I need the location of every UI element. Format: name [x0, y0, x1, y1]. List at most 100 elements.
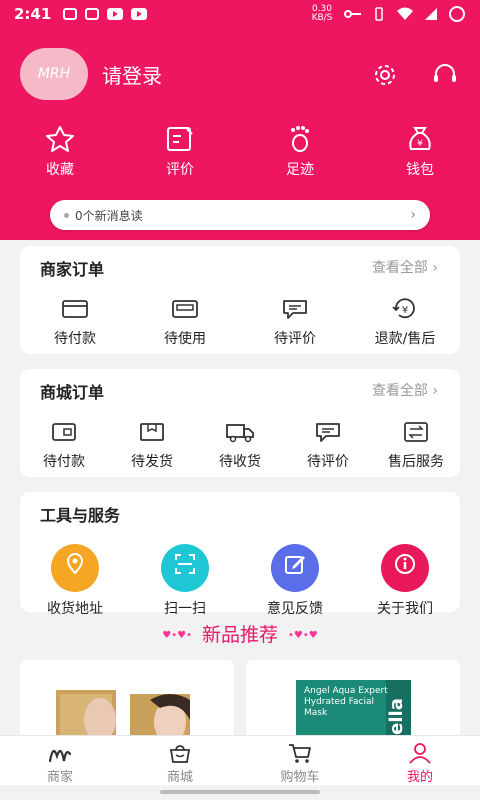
mall-order-pending-payment[interactable]: 待付款 — [20, 421, 108, 471]
view-all-link[interactable]: 查看全部 › — [372, 257, 438, 277]
customer-service-icon[interactable] — [432, 62, 458, 88]
tool-about[interactable]: 关于我们 — [350, 544, 460, 618]
card-icon — [62, 300, 88, 318]
nav-mall[interactable]: 商城 — [120, 736, 240, 785]
new-products-heading: ♥•♥• 新品推荐 •♥•♥ — [162, 624, 318, 646]
mall-order-pending-receipt[interactable]: 待收货 — [196, 421, 284, 471]
mall-order-pending-shipment[interactable]: 待发货 — [108, 421, 196, 471]
login-link[interactable]: 请登录 — [102, 60, 162, 89]
message-text: 0个新消息读 — [75, 208, 143, 223]
quick-link-label: 钱包 — [406, 162, 434, 178]
tool-label: 意见反馈 — [267, 601, 323, 617]
order-item-label: 待付款 — [43, 454, 85, 470]
tool-scan[interactable]: 扫一扫 — [130, 544, 240, 618]
ticket-icon — [172, 300, 198, 318]
feedback-icon — [285, 556, 305, 574]
card-title: 商家订单 — [40, 260, 105, 279]
view-all-link[interactable]: 查看全部 › — [372, 380, 438, 400]
hearts-decoration: •♥•♥ — [288, 630, 318, 641]
order-item-pending-use[interactable]: 待使用 — [130, 298, 240, 348]
nav-mine[interactable]: 我的 — [360, 736, 480, 785]
order-item-label: 待收货 — [219, 454, 261, 470]
edit-icon — [167, 127, 193, 151]
tool-label: 扫一扫 — [164, 601, 206, 617]
avatar[interactable]: MRH — [20, 48, 88, 100]
order-item-pending-payment[interactable]: 待付款 — [20, 298, 130, 348]
order-item-label: 退款/售后 — [374, 331, 436, 347]
footprint-icon — [291, 126, 309, 152]
quick-link-wallet[interactable]: ¥ 钱包 — [380, 125, 460, 179]
chevron-right-icon: › — [410, 207, 416, 223]
nav-label: 商城 — [166, 770, 193, 785]
signal-icon — [425, 8, 437, 20]
order-item-label: 待使用 — [164, 331, 206, 347]
settings-icon[interactable] — [372, 62, 398, 88]
quick-link-label: 足迹 — [286, 162, 314, 178]
message-bar[interactable]: 0个新消息读 › — [50, 200, 430, 230]
svg-text:¥: ¥ — [402, 305, 408, 316]
key-icon — [344, 10, 361, 18]
comment-icon — [316, 423, 340, 442]
quick-link-reviews[interactable]: 评价 — [140, 125, 220, 179]
user-icon — [409, 743, 431, 764]
mall-order-pending-review[interactable]: 待评价 — [284, 421, 372, 471]
svg-text:¥: ¥ — [417, 139, 423, 149]
order-item-refund[interactable]: ¥ 退款/售后 — [350, 298, 460, 348]
truck-icon — [226, 424, 254, 443]
merchant-logo-icon — [48, 749, 72, 763]
notification-icon — [63, 8, 78, 20]
mall-orders-card: 商城订单 查看全部 › 待付款 待发货 待收货 待评价 售后服务 — [20, 369, 460, 477]
star-icon — [46, 126, 74, 152]
tools-card: 工具与服务 收货地址 扫一扫 意见反馈 关于我们 — [20, 492, 460, 617]
merchant-orders-card: 商家订单 查看全部 › 待付款 待使用 待评价 ¥ 退款/售后 — [20, 246, 460, 354]
nav-label: 商家 — [46, 770, 73, 785]
status-bar: 2:41 0.30 KB/S — [0, 0, 480, 28]
bottom-nav: 商家 商城 购物车 我的 — [0, 735, 480, 785]
order-item-pending-review[interactable]: 待评价 — [240, 298, 350, 348]
nav-label: 我的 — [406, 770, 433, 785]
card-title: 商城订单 — [40, 383, 105, 402]
bullet-icon — [64, 212, 69, 218]
exchange-icon — [404, 422, 428, 442]
tool-feedback[interactable]: 意见反馈 — [240, 544, 350, 618]
quick-link-label: 评价 — [166, 162, 194, 178]
quick-link-favorites[interactable]: 收藏 — [20, 125, 100, 179]
box-icon — [140, 423, 164, 441]
mall-order-after-sales[interactable]: 售后服务 — [372, 421, 460, 471]
nav-cart[interactable]: 购物车 — [240, 736, 360, 785]
nav-label: 购物车 — [280, 770, 320, 785]
comment-icon — [283, 300, 307, 319]
product-logo-text: ella — [385, 698, 407, 735]
hearts-decoration: ♥•♥• — [162, 630, 192, 641]
product-brand-text: Angel Aqua Expert Hydrated Facial Mask — [304, 686, 388, 718]
youtube-icon — [131, 8, 148, 20]
order-item-label: 待评价 — [307, 454, 349, 470]
tool-address[interactable]: 收货地址 — [20, 544, 130, 618]
vibrate-icon — [375, 7, 383, 21]
order-item-label: 售后服务 — [388, 454, 444, 470]
order-item-label: 待发货 — [131, 454, 173, 470]
wifi-icon — [397, 7, 413, 20]
order-item-label: 待评价 — [274, 331, 316, 347]
message-icon — [85, 8, 100, 20]
status-time: 2:41 — [14, 5, 52, 23]
quick-link-footprints[interactable]: 足迹 — [260, 125, 340, 179]
card-title: 工具与服务 — [40, 506, 121, 525]
info-icon — [395, 554, 415, 574]
refund-icon: ¥ — [392, 298, 415, 319]
money-bag-icon: ¥ — [409, 127, 431, 150]
tool-label: 关于我们 — [377, 601, 433, 617]
youtube-icon — [107, 8, 124, 20]
tool-label: 收货地址 — [47, 601, 103, 617]
network-speed: 0.30 KB/S — [311, 4, 333, 23]
scan-icon — [175, 554, 195, 574]
order-item-label: 待付款 — [54, 331, 96, 347]
home-indicator[interactable] — [160, 790, 320, 794]
wallet-icon — [52, 423, 76, 441]
quick-link-label: 收藏 — [46, 162, 74, 178]
location-icon — [66, 552, 84, 575]
nav-merchant[interactable]: 商家 — [0, 736, 120, 785]
avatar-text: MRH — [37, 66, 71, 82]
battery-icon — [449, 6, 465, 22]
shopping-bag-icon — [169, 745, 191, 763]
